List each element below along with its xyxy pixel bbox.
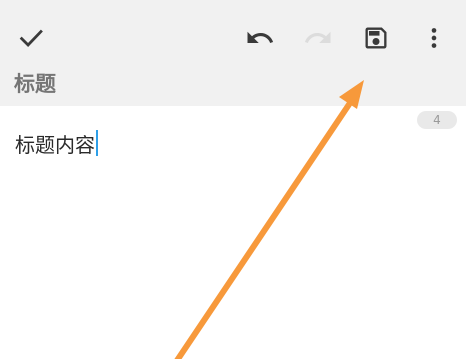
note-content-text: 标题内容 bbox=[15, 132, 95, 157]
text-cursor bbox=[96, 130, 98, 156]
note-content-editor[interactable]: 标题内容 bbox=[15, 128, 98, 158]
save-button[interactable] bbox=[358, 20, 394, 56]
redo-icon bbox=[304, 31, 331, 43]
save-floppy-icon bbox=[365, 27, 387, 49]
checkmark-icon bbox=[19, 29, 43, 48]
more-options-button[interactable] bbox=[416, 20, 452, 56]
more-vertical-icon bbox=[431, 28, 437, 48]
redo-button[interactable] bbox=[300, 20, 336, 56]
note-editor-screen: 4 标题内容 bbox=[0, 0, 466, 359]
note-title-input[interactable] bbox=[14, 68, 454, 100]
character-count-badge: 4 bbox=[417, 111, 457, 129]
undo-icon bbox=[247, 31, 274, 43]
undo-button[interactable] bbox=[242, 20, 278, 56]
done-button[interactable] bbox=[13, 20, 49, 56]
editor-header bbox=[0, 0, 466, 106]
